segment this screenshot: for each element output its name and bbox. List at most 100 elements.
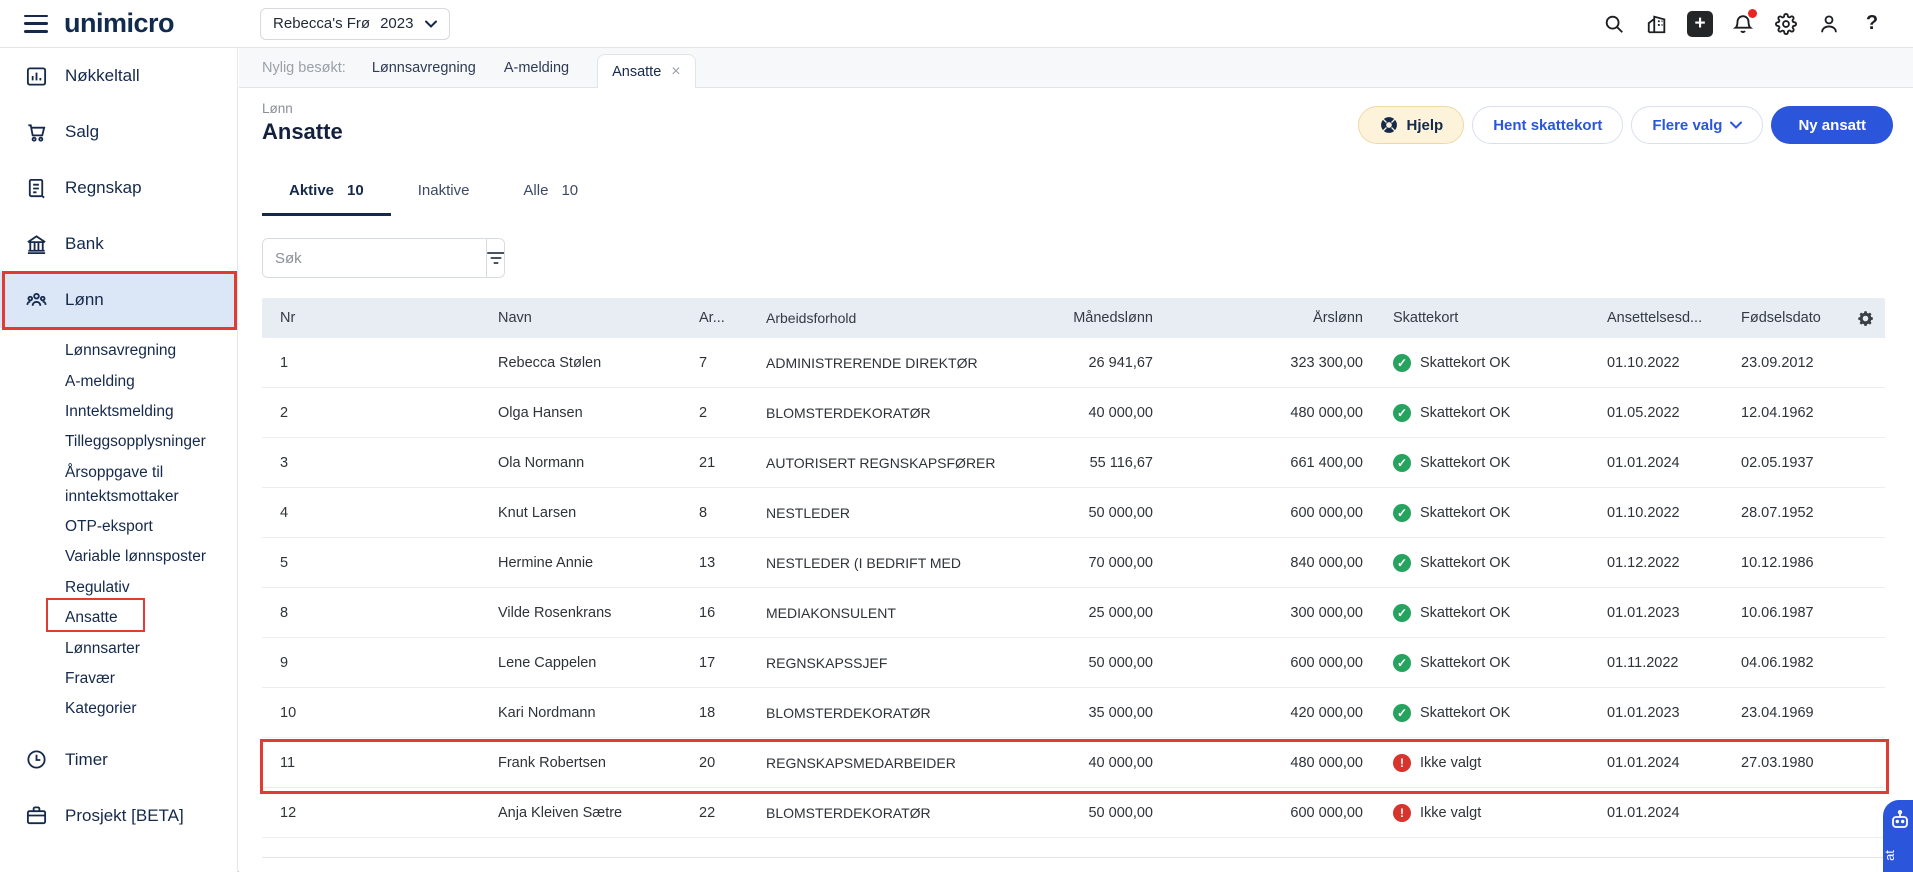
table-row[interactable]: 11 Frank Robertsen 20 REGNSKAPSMEDARBEIDER 4… (262, 738, 1885, 788)
sidebar-subitem-lonnsavregning[interactable]: Lønnsavregning (65, 336, 225, 366)
search-icon[interactable] (1601, 11, 1627, 37)
topbar-icons: + ? (1601, 8, 1885, 37)
col-arbeidsforhold[interactable]: Arbeidsforhold (748, 310, 1000, 326)
cell-manedslonn: 40 000,00 (1088, 754, 1153, 771)
table-row[interactable]: 4 Knut Larsen 8 NESTLEDER 50 000,00 600 000,0… (262, 488, 1885, 538)
sidebar-item-nokkeltall[interactable]: Nøkkeltall (0, 48, 237, 104)
sidebar-subitem-fravaer[interactable]: Fravær (65, 664, 225, 694)
table-row[interactable]: 1 Rebecca Stølen 7 ADMINISTRERENDE DIREKTØR… (262, 338, 1885, 388)
tab-lonnsavregning[interactable]: Lønnsavregning (372, 60, 476, 76)
cell-arslonn: 300 000,00 (1290, 604, 1363, 621)
filter-button[interactable] (486, 239, 504, 277)
col-nr[interactable]: Nr (262, 310, 480, 326)
recent-label: Nylig besøkt: (262, 60, 346, 76)
cell-ansettelsesdato: 01.01.2023 (1607, 604, 1680, 621)
tab-amelding[interactable]: A-melding (504, 60, 569, 76)
col-manedslonn[interactable]: Månedslønn (1000, 310, 1171, 326)
sidebar-footer: Timer Prosjekt [BETA] (0, 732, 237, 844)
help-icon[interactable]: ? (1859, 11, 1885, 37)
col-navn[interactable]: Navn (480, 310, 683, 326)
cell-ar: 16 (699, 604, 716, 621)
sidebar-subitem-ansatte[interactable]: Ansatte (65, 603, 225, 633)
table-row[interactable]: 10 Kari Nordmann 18 BLOMSTERDEKORATØR 35 000… (262, 688, 1885, 738)
cell-skattekort: ✓ Skattekort OK (1381, 653, 1589, 672)
sidebar-item-lonn[interactable]: Lønn (0, 272, 237, 328)
company-selector[interactable]: Rebecca's Frø 2023 (260, 7, 451, 40)
hamburger-menu-icon[interactable] (24, 14, 48, 33)
sidebar-item-timer[interactable]: Timer (0, 732, 237, 788)
sidebar-subitem-regulativ[interactable]: Regulativ (65, 573, 225, 603)
cell-ar: 21 (699, 454, 716, 471)
company-register-icon[interactable] (1644, 11, 1670, 37)
more-options-button[interactable]: Flere valg (1631, 106, 1764, 144)
status-text: Skattekort OK (1420, 654, 1511, 671)
status-warning-icon: ! (1393, 753, 1411, 772)
status-ok-icon: ✓ (1393, 653, 1411, 672)
notifications-icon[interactable] (1730, 8, 1757, 37)
cell-skattekort: ✓ Skattekort OK (1381, 603, 1589, 622)
status-text: Ikke valgt (1420, 804, 1482, 821)
cell-arbeidsforhold: AUTORISERT REGNSKAPSFØRER (766, 454, 996, 471)
sidebar-subitem-kategorier[interactable]: Kategorier (65, 694, 225, 724)
table-row[interactable]: 5 Hermine Annie 13 NESTLEDER (I BEDRIFT MED… (262, 538, 1885, 588)
table-row[interactable]: 12 Anja Kleiven Sætre 22 BLOMSTERDEKORATØR 5… (262, 788, 1885, 838)
col-arslonn[interactable]: Årslønn (1171, 310, 1381, 326)
status-ok-icon: ✓ (1393, 453, 1411, 472)
main-content: Nylig besøkt: Lønnsavregning A-melding A… (239, 48, 1913, 872)
bank-icon (27, 234, 46, 254)
tab-ansatte[interactable]: Ansatte × (597, 54, 696, 88)
status-warning-icon: ! (1393, 803, 1411, 822)
status-text: Skattekort OK (1420, 504, 1511, 521)
col-fodselsdato[interactable]: Fødselsdato (1723, 310, 1849, 326)
sidebar-item-bank[interactable]: Bank (0, 216, 237, 272)
fetch-taxcard-button[interactable]: Hent skattekort (1472, 106, 1624, 144)
sidebar-item-prosjekt[interactable]: Prosjekt [BETA] (0, 788, 237, 844)
cell-ar: 13 (699, 554, 716, 571)
table-row[interactable]: 9 Lene Cappelen 17 REGNSKAPSSJEF 50 000,00 60… (262, 638, 1885, 688)
settings-icon[interactable] (1773, 11, 1799, 37)
col-ansettelsesdato[interactable]: Ansettelsesd... (1589, 310, 1723, 326)
filter-tab-aktive[interactable]: Aktive 10 (262, 172, 391, 216)
col-skattekort[interactable]: Skattekort (1381, 310, 1589, 326)
cell-arslonn: 661 400,00 (1290, 454, 1363, 471)
column-settings-icon[interactable] (1849, 309, 1885, 328)
profile-icon[interactable] (1816, 11, 1842, 37)
bar-chart-icon (26, 66, 47, 86)
filter-tab-inaktive[interactable]: Inaktive (391, 172, 497, 216)
add-icon[interactable]: + (1687, 10, 1713, 37)
new-employee-button[interactable]: Ny ansatt (1771, 106, 1893, 144)
close-icon[interactable]: × (671, 63, 680, 81)
sidebar-subitem-lonnsarter[interactable]: Lønnsarter (65, 633, 225, 663)
cell-arslonn: 323 300,00 (1290, 354, 1363, 371)
sidebar-item-regnskap[interactable]: Regnskap (0, 160, 237, 216)
sidebar-item-salg[interactable]: Salg (0, 104, 237, 160)
table-row[interactable]: 8 Vilde Rosenkrans 16 MEDIAKONSULENT 25 000,… (262, 588, 1885, 638)
cell-nr: 3 (280, 454, 289, 471)
cell-ar: 8 (699, 504, 708, 521)
col-ar[interactable]: Ar... (683, 310, 748, 326)
cell-manedslonn: 35 000,00 (1088, 704, 1153, 721)
cell-arbeidsforhold: BLOMSTERDEKORATØR (766, 804, 931, 821)
cell-ar: 2 (699, 404, 708, 421)
sidebar-subitem-tilleggsopplysninger[interactable]: Tilleggsopplysninger (65, 427, 225, 457)
search-input[interactable] (263, 239, 486, 277)
tab-count: 10 (347, 182, 364, 199)
table-row[interactable]: 3 Ola Normann 21 AUTORISERT REGNSKAPSFØRER 5… (262, 438, 1885, 488)
sidebar-subitem-variable-lonnsposter[interactable]: Variable lønnsposter (65, 542, 225, 572)
sidebar-subitem-otp-eksport[interactable]: OTP-eksport (65, 512, 225, 542)
cell-fodselsdato: 23.04.1969 (1741, 704, 1814, 721)
cell-ansettelsesdato: 01.10.2022 (1607, 354, 1680, 371)
chevron-down-icon (1730, 121, 1743, 129)
cell-fodselsdato: 02.05.1937 (1741, 454, 1814, 471)
cell-nr: 8 (280, 604, 289, 621)
chat-widget[interactable]: at (1882, 800, 1913, 872)
cell-ar: 22 (699, 804, 716, 821)
cell-skattekort: ✓ Skattekort OK (1381, 703, 1589, 722)
status-text: Skattekort OK (1420, 604, 1511, 621)
table-row[interactable]: 2 Olga Hansen 2 BLOMSTERDEKORATØR 40 000,00 4… (262, 388, 1885, 438)
sidebar-subitem-inntektsmelding[interactable]: Inntektsmelding (65, 397, 225, 427)
sidebar-subitem-arsoppgave-til-inntektsmottaker[interactable]: Årsoppgave til inntektsmottaker (65, 458, 225, 512)
sidebar-subitem-a-melding[interactable]: A-melding (65, 366, 225, 396)
filter-tab-alle[interactable]: Alle 10 (496, 172, 605, 216)
help-button[interactable]: Hjelp (1357, 106, 1465, 144)
